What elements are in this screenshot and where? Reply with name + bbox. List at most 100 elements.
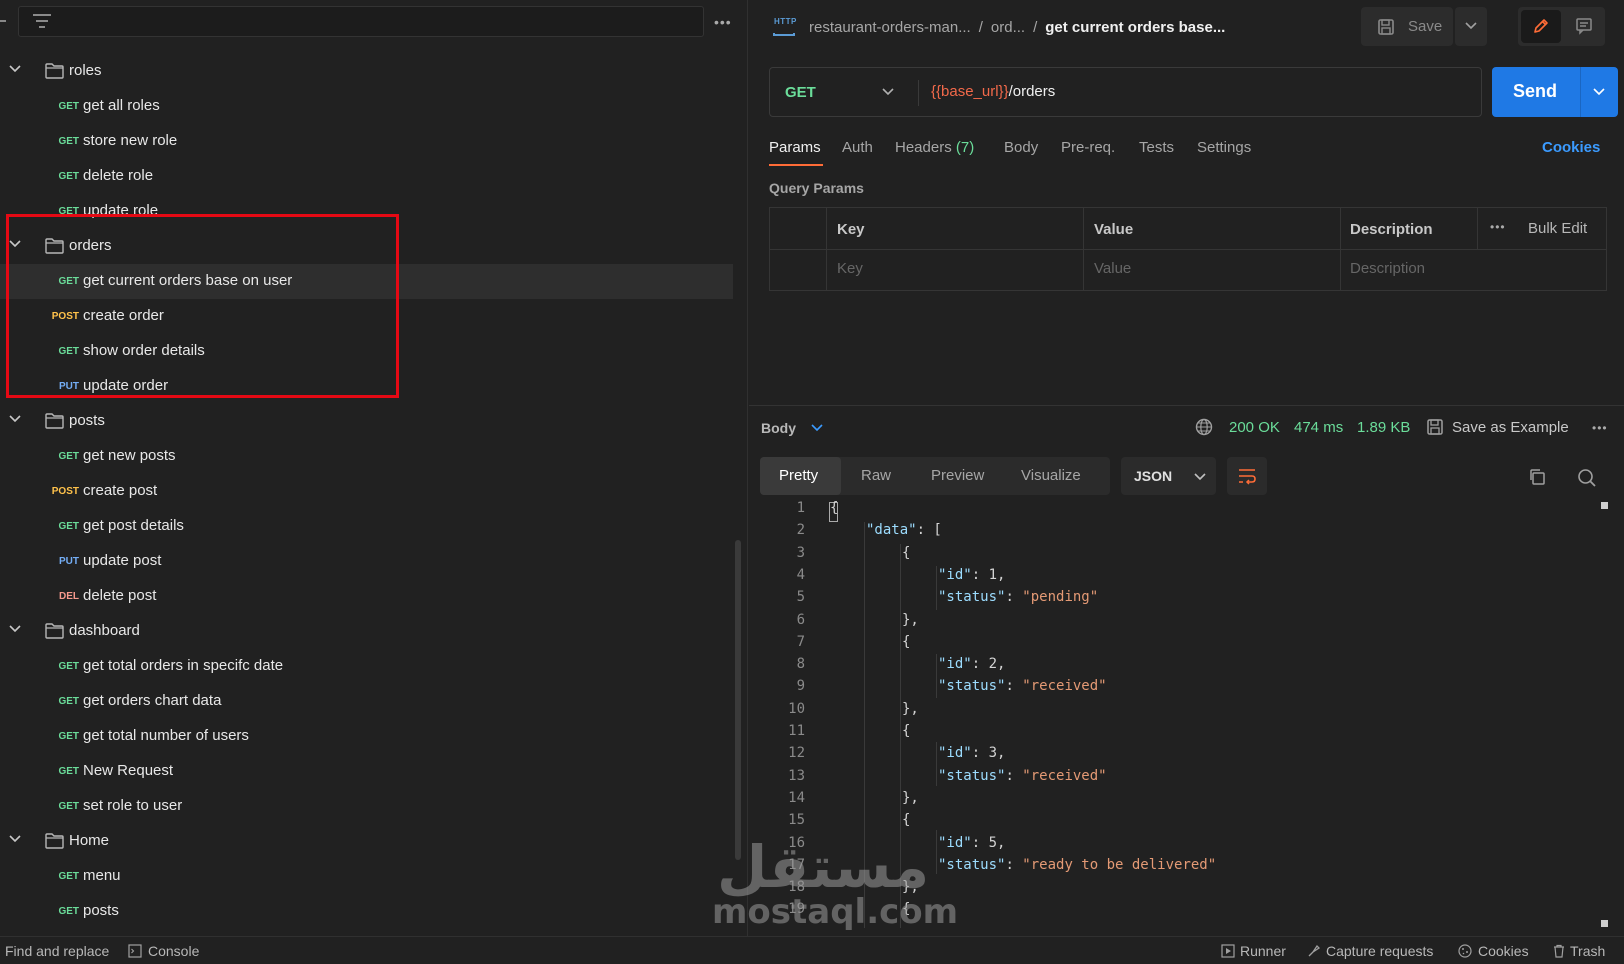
response-time[interactable]: 474 ms	[1294, 419, 1343, 436]
request-item[interactable]: GET New Request	[0, 754, 735, 789]
request-name: set role to user	[83, 797, 183, 814]
runner-button[interactable]: Runner	[1240, 943, 1286, 959]
method-badge: PUT	[59, 556, 79, 567]
response-body-label[interactable]: Body	[761, 420, 796, 436]
comment-mode-button[interactable]	[1564, 10, 1604, 43]
tab-body[interactable]: Body	[1004, 139, 1038, 156]
save-button[interactable]: Save	[1361, 7, 1453, 46]
tab-settings[interactable]: Settings	[1197, 139, 1251, 156]
wrap-lines-button[interactable]	[1227, 457, 1267, 495]
capture-requests-button[interactable]: Capture requests	[1326, 943, 1433, 959]
tab-prereq[interactable]: Pre-req.	[1061, 139, 1115, 156]
request-item[interactable]: GET get post details	[0, 509, 735, 544]
format-select[interactable]: JSON	[1121, 457, 1216, 495]
chevron-down-icon[interactable]	[9, 835, 21, 845]
filter-input[interactable]	[18, 6, 704, 37]
breadcrumb-collection[interactable]: restaurant-orders-man...	[809, 19, 971, 36]
capture-icon[interactable]	[1307, 944, 1321, 958]
tab-params[interactable]: Params	[769, 139, 821, 156]
json-punct: {	[902, 634, 911, 650]
folder-home[interactable]: Home	[0, 824, 735, 859]
request-item[interactable]: PUT update post	[0, 544, 735, 579]
request-item[interactable]: GET set role to user	[0, 789, 735, 824]
sidebar-more-icon[interactable]: •••	[714, 14, 732, 30]
request-item[interactable]: GET store new role	[0, 124, 735, 159]
cookies-link[interactable]: Cookies	[1542, 139, 1600, 156]
copy-icon[interactable]	[1528, 468, 1546, 486]
column-description: Description	[1350, 221, 1433, 238]
code-text: {	[902, 723, 910, 739]
tab-headers[interactable]: Headers (7)	[895, 139, 974, 156]
request-item[interactable]: GET get total orders in specifc date	[0, 649, 735, 684]
chevron-down-icon[interactable]	[811, 424, 823, 432]
collapse-handle[interactable]	[0, 20, 6, 22]
request-item[interactable]: GET get total number of users	[0, 719, 735, 754]
description-input[interactable]: Description	[1350, 260, 1425, 277]
chevron-down-icon[interactable]	[9, 415, 21, 425]
editor-scroll-marker[interactable]	[1601, 920, 1608, 927]
value-input[interactable]: Value	[1094, 260, 1131, 277]
console-icon[interactable]	[128, 944, 142, 958]
collections-sidebar: ••• roles GET get all roles GET store new ro…	[0, 0, 748, 936]
orders-highlight-annotation	[6, 214, 399, 398]
bulk-edit-button[interactable]: Bulk Edit	[1528, 220, 1587, 237]
folder-roles[interactable]: roles	[0, 54, 735, 89]
globe-icon[interactable]	[1195, 418, 1213, 436]
cookie-icon[interactable]	[1458, 944, 1472, 958]
trash-icon[interactable]	[1552, 944, 1566, 958]
more-options-icon[interactable]: •••	[1592, 421, 1608, 435]
cookies-button[interactable]: Cookies	[1478, 943, 1529, 959]
breadcrumb-current[interactable]: get current orders base...	[1045, 19, 1225, 36]
tab-preview-label: Preview	[931, 467, 985, 484]
request-item[interactable]: GET get all roles	[0, 89, 735, 124]
tab-preview[interactable]: Preview	[911, 457, 1001, 495]
chevron-down-icon[interactable]	[9, 65, 21, 75]
request-name: update post	[83, 552, 162, 569]
url-input[interactable]: {{base_url}}/orders	[931, 83, 1055, 100]
request-item[interactable]: POST create post	[0, 474, 735, 509]
trash-button[interactable]: Trash	[1570, 943, 1605, 959]
method-badge: GET	[58, 696, 79, 707]
search-icon[interactable]	[1577, 468, 1597, 488]
breadcrumb-folder[interactable]: ord...	[991, 19, 1025, 36]
request-item[interactable]: GET get new posts	[0, 439, 735, 474]
request-item[interactable]: GET delete role	[0, 159, 735, 194]
key-input[interactable]: Key	[837, 260, 863, 277]
code-text: "id": 3,	[938, 745, 1005, 761]
find-replace-button[interactable]: Find and replace	[5, 943, 109, 959]
sidebar-scrollbar[interactable]	[735, 540, 741, 860]
console-button[interactable]: Console	[148, 943, 199, 959]
tab-visualize[interactable]: Visualize	[1001, 457, 1110, 495]
line-number: 11	[788, 723, 805, 739]
chevron-down-icon[interactable]	[882, 88, 894, 96]
edit-mode-button[interactable]	[1521, 10, 1561, 43]
tab-pretty[interactable]: Pretty	[760, 457, 841, 495]
folder-icon	[45, 833, 64, 849]
save-as-example-button[interactable]: Save as Example	[1452, 419, 1569, 436]
more-options-icon[interactable]: •••	[1490, 220, 1506, 234]
send-button[interactable]: Send	[1492, 67, 1618, 117]
editor-scroll-marker[interactable]	[1601, 502, 1608, 509]
status-code[interactable]: 200 OK	[1229, 419, 1280, 436]
send-dropdown-button[interactable]	[1580, 67, 1618, 117]
request-item[interactable]: GET get orders chart data	[0, 684, 735, 719]
save-dropdown-button[interactable]	[1455, 7, 1487, 46]
request-name: store new role	[83, 132, 178, 149]
folder-dashboard[interactable]: dashboard	[0, 614, 735, 649]
runner-icon[interactable]	[1221, 944, 1235, 958]
chevron-down-icon[interactable]	[9, 625, 21, 635]
json-key: "data"	[866, 522, 917, 538]
response-size[interactable]: 1.89 KB	[1357, 419, 1410, 436]
method-select[interactable]: GET	[785, 84, 816, 101]
code-text: },	[902, 790, 919, 806]
json-string: "received"	[1022, 768, 1107, 784]
folder-name: dashboard	[69, 622, 140, 639]
request-item[interactable]: GET posts	[0, 894, 735, 929]
tab-auth[interactable]: Auth	[842, 139, 873, 156]
request-item[interactable]: DEL delete post	[0, 579, 735, 614]
request-item[interactable]: GET menu	[0, 859, 735, 894]
filter-icon[interactable]	[33, 14, 51, 28]
tab-raw[interactable]: Raw	[841, 457, 911, 495]
folder-posts[interactable]: posts	[0, 404, 735, 439]
tab-tests[interactable]: Tests	[1139, 139, 1174, 156]
